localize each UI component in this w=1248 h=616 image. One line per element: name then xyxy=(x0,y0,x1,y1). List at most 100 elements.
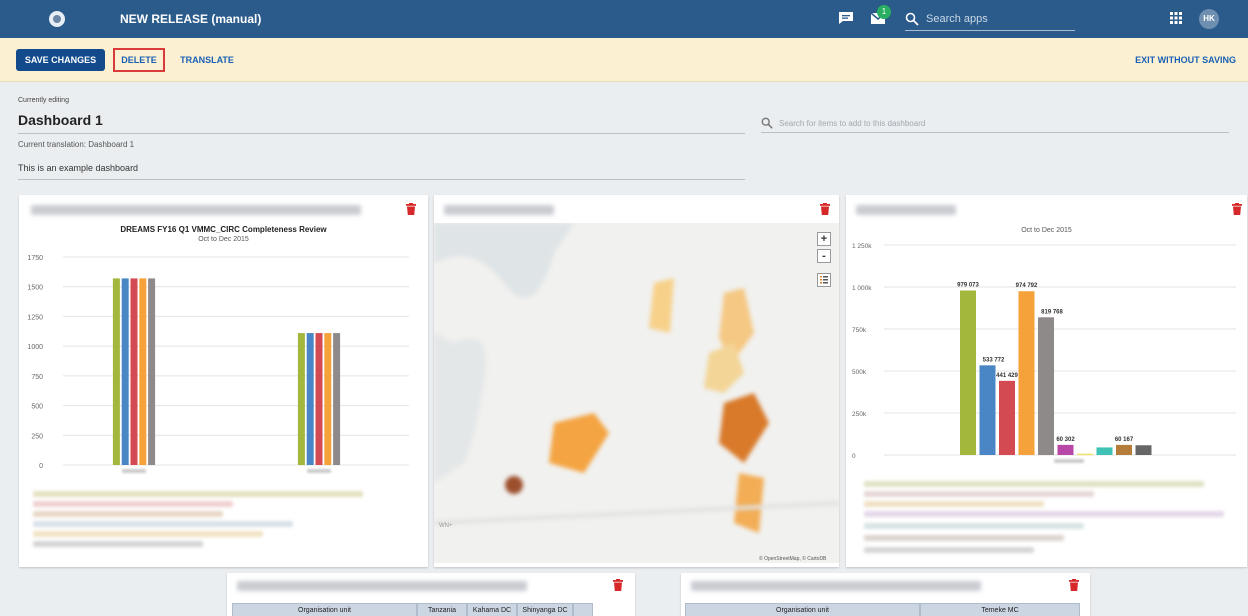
bar xyxy=(1038,317,1054,455)
y-tick-label: 1250 xyxy=(27,314,43,321)
zoom-in-button[interactable]: + xyxy=(817,232,831,246)
item-title-redacted xyxy=(691,581,981,591)
y-tick-label: 1750 xyxy=(27,255,43,262)
zoom-out-button[interactable]: - xyxy=(817,249,831,263)
data-label: 60 167 xyxy=(1115,437,1134,443)
x-tick-label-redacted xyxy=(122,469,146,473)
legend-redacted xyxy=(33,511,223,517)
map-place-label: WN+ xyxy=(439,523,453,529)
map-attribution: © OpenStreetMap, © CartoDB xyxy=(759,556,827,562)
bar xyxy=(148,278,156,465)
data-label: 533 772 xyxy=(983,357,1005,363)
y-tick-label: 0 xyxy=(852,453,856,460)
bar xyxy=(121,278,129,465)
y-tick-label: 750k xyxy=(852,327,867,334)
item-title-redacted xyxy=(237,581,527,591)
item-search xyxy=(761,115,1229,133)
delete-item-icon[interactable] xyxy=(613,579,623,591)
legend-redacted xyxy=(33,501,233,507)
data-label: 979 073 xyxy=(957,283,979,289)
apps-grid-icon[interactable] xyxy=(1170,12,1182,24)
dashboard-item-table-1[interactable]: Organisation unit Tanzania Kahama DC Shi… xyxy=(227,573,635,616)
dashboard-name-field[interactable]: Dashboard 1 xyxy=(18,112,745,134)
item-title-redacted xyxy=(856,205,956,215)
legend-redacted xyxy=(33,541,203,547)
legend-redacted xyxy=(864,481,1204,487)
bar xyxy=(979,365,996,455)
x-tick-label-redacted xyxy=(1054,459,1084,463)
item-title-redacted xyxy=(31,205,361,215)
app-logo-icon[interactable] xyxy=(49,11,65,27)
y-tick-label: 0 xyxy=(39,463,43,470)
column-chart-2: 0 250k 500k 750k 1 000k 1 250k 979 073 533 772 4… xyxy=(852,243,1236,463)
delete-item-icon[interactable] xyxy=(820,203,830,215)
y-tick-label: 250k xyxy=(852,411,867,418)
delete-item-icon[interactable] xyxy=(1232,203,1242,215)
legend-redacted xyxy=(864,501,1044,507)
item-title-redacted xyxy=(444,205,554,215)
y-tick-label: 250 xyxy=(31,433,43,440)
chart-subtitle: Oct to Dec 2015 xyxy=(1021,227,1072,234)
choropleth-map[interactable] xyxy=(434,223,839,563)
delete-item-icon[interactable] xyxy=(406,203,416,215)
current-translation-label: Current translation: Dashboard 1 xyxy=(18,140,135,149)
y-tick-label: 1 000k xyxy=(852,285,872,292)
notification-badge: 1 xyxy=(877,5,891,19)
layers-icon[interactable] xyxy=(817,273,831,287)
y-tick-label: 1 250k xyxy=(852,243,872,250)
dashboard-description-field[interactable]: This is an example dashboard xyxy=(18,163,745,180)
bar xyxy=(999,380,1015,455)
column-header: Organisation unit xyxy=(685,603,920,616)
chart-title: DREAMS FY16 Q1 VMMC_CIRC Completeness Re… xyxy=(120,225,327,234)
bar xyxy=(1116,444,1132,455)
bar xyxy=(1077,453,1093,456)
bar xyxy=(297,333,305,465)
legend-redacted xyxy=(864,523,1084,529)
column-header: Temeke MC xyxy=(920,603,1080,616)
bar xyxy=(112,278,120,465)
bar xyxy=(333,333,341,465)
bar xyxy=(1018,291,1035,455)
bar xyxy=(306,333,314,465)
dashboard-item-map[interactable]: + - WN+ © OpenStreetMap, © CartoDB xyxy=(434,195,839,567)
y-tick-label: 750 xyxy=(31,374,43,381)
dashboard-item-chart-2[interactable]: Oct to Dec 2015 0 250k 500k 750k 1 000k 1 250… xyxy=(846,195,1247,567)
bar xyxy=(315,333,323,465)
data-label: 819 768 xyxy=(1041,309,1063,315)
edit-toolbar: SAVE CHANGES DELETE TRANSLATE EXIT WITHO… xyxy=(0,38,1248,82)
column-header: Tanzania xyxy=(417,603,467,616)
search-icon xyxy=(905,12,919,26)
column-header: Organisation unit xyxy=(232,603,417,616)
legend-redacted xyxy=(864,535,1064,541)
bar xyxy=(1096,447,1113,455)
y-tick-label: 1500 xyxy=(27,285,43,292)
data-label: 974 792 xyxy=(1016,283,1038,289)
column-header: Kahama DC xyxy=(467,603,517,616)
item-search-input[interactable] xyxy=(779,117,1219,129)
column-chart-1: 0 250 500 750 1000 1250 1500 1750 xyxy=(27,255,409,473)
app-search xyxy=(905,9,1075,31)
search-apps-input[interactable] xyxy=(926,11,1071,27)
translate-button[interactable]: TRANSLATE xyxy=(175,49,239,71)
user-avatar[interactable]: HK xyxy=(1199,9,1219,29)
dashboard-item-table-2[interactable]: Organisation unit Temeke MC xyxy=(681,573,1090,616)
dashboard-item-chart-1[interactable]: DREAMS FY16 Q1 VMMC_CIRC Completeness Re… xyxy=(19,195,428,567)
save-changes-button[interactable]: SAVE CHANGES xyxy=(16,49,105,71)
chart-subtitle: Oct to Dec 2015 xyxy=(198,236,249,243)
y-tick-label: 500k xyxy=(852,369,867,376)
delete-button[interactable]: DELETE xyxy=(113,48,165,72)
data-label: 441 429 xyxy=(996,373,1018,379)
delete-item-icon[interactable] xyxy=(1069,579,1079,591)
bar xyxy=(1135,445,1152,455)
legend-redacted xyxy=(33,491,363,497)
bar xyxy=(139,278,147,465)
data-label: 60 302 xyxy=(1056,437,1075,443)
column-header xyxy=(573,603,593,616)
x-tick-label-redacted xyxy=(307,469,331,473)
messages-icon[interactable] xyxy=(838,11,854,25)
y-tick-label: 1000 xyxy=(27,344,43,351)
exit-without-saving-button[interactable]: EXIT WITHOUT SAVING xyxy=(1124,49,1236,71)
legend-redacted xyxy=(33,521,293,527)
bar xyxy=(1057,444,1074,455)
bar xyxy=(130,278,138,465)
